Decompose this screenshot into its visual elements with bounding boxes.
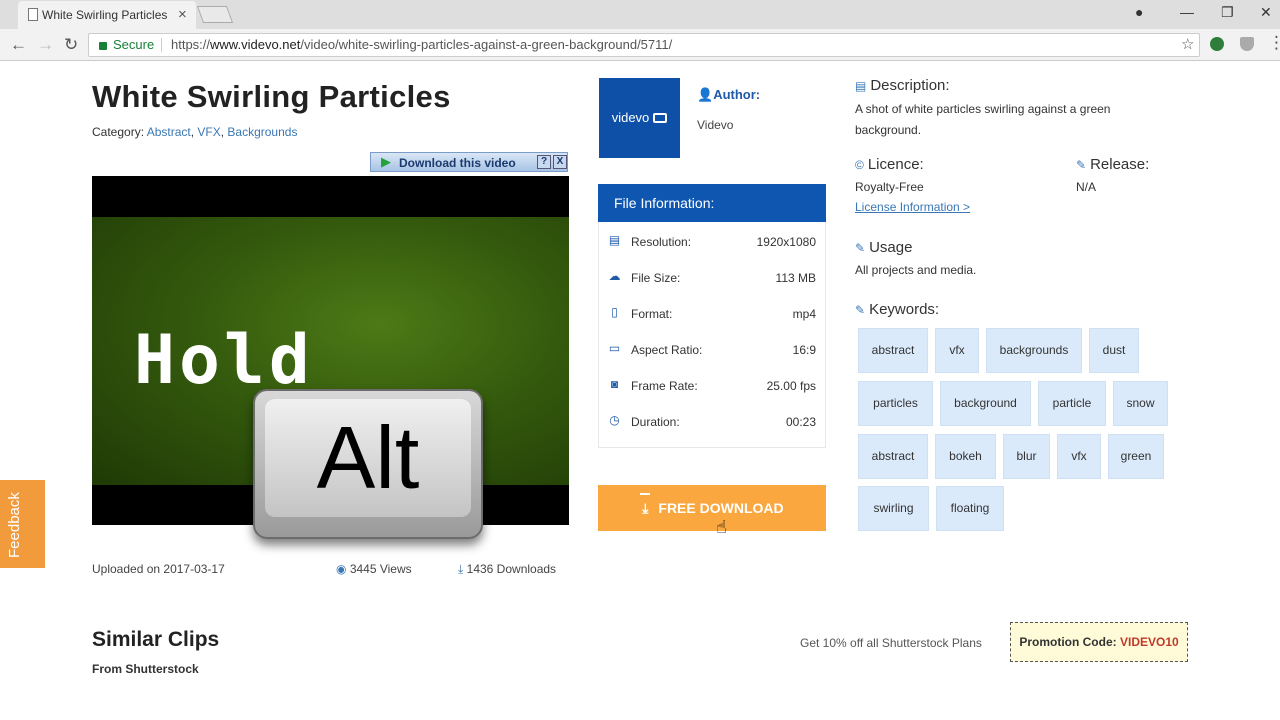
keyword-tag[interactable]: vfx — [935, 328, 979, 373]
keyword-tag[interactable]: vfx — [1057, 434, 1101, 479]
monitor-icon: ▭ — [608, 341, 621, 355]
free-download-button[interactable]: ⤓ FREE DOWNLOAD — [598, 485, 826, 531]
upload-date: Uploaded on 2017-03-17 — [92, 562, 225, 576]
download-this-video-button[interactable]: ▶ Download this video ? X — [370, 152, 568, 172]
back-arrow-icon[interactable]: ← — [10, 35, 27, 55]
keyword-tag[interactable]: swirling — [858, 486, 929, 531]
license-information-link[interactable]: License Information > — [855, 200, 970, 214]
cloud-download-icon: ☁ — [608, 269, 621, 283]
file-icon: ▯ — [611, 305, 618, 319]
file-info-heading: File Information: — [598, 184, 826, 222]
edit-icon: ✎ — [1076, 158, 1087, 172]
release-heading: ✎ Release: — [1076, 156, 1150, 173]
feedback-tab[interactable]: Feedback — [0, 480, 45, 568]
film-icon: ▤ — [608, 233, 621, 247]
promo-text: Get 10% off all Shutterstock Plans — [800, 636, 982, 650]
camera-icon: ◙ — [610, 377, 619, 391]
keyword-tag[interactable]: green — [1108, 434, 1164, 479]
view-count: ◉ 3445 Views — [336, 562, 412, 576]
alt-key-overlay: Alt — [253, 389, 483, 539]
licence-heading: © Licence: — [855, 156, 924, 173]
keyword-tag[interactable]: bokeh — [935, 434, 996, 479]
help-button[interactable]: ? — [537, 155, 551, 169]
page-icon — [28, 8, 38, 21]
keywords-heading: ✎ Keywords: — [855, 301, 940, 318]
url-input[interactable]: Secure https://www.videvo.net/video/whit… — [88, 33, 1200, 57]
browser-tab[interactable]: White Swirling Particles a × — [18, 1, 196, 29]
browser-tab-bar: White Swirling Particles a × ● — ❐ ✕ — [0, 0, 1280, 29]
file-info-row: ◙ Frame Rate: 25.00 fps — [599, 376, 825, 396]
keyword-tag[interactable]: blur — [1003, 434, 1050, 479]
tab-title: White Swirling Particles a — [42, 8, 170, 22]
shield-icon[interactable] — [1240, 37, 1254, 51]
tab-close-icon[interactable]: × — [178, 6, 187, 23]
file-info-row: ◷ Duration: 00:23 — [609, 413, 816, 429]
menu-dots-icon[interactable]: ⋮ — [1268, 33, 1280, 53]
author-name: Videvo — [697, 118, 734, 132]
camera-icon — [653, 113, 668, 123]
lock-icon — [99, 42, 107, 50]
play-icon: ▶ — [381, 154, 391, 169]
usage-value: All projects and media. — [855, 263, 977, 277]
similar-source: From Shutterstock — [92, 662, 199, 676]
forward-arrow-icon[interactable]: → — [37, 35, 54, 55]
secure-indicator[interactable]: Secure — [99, 34, 154, 56]
licence-value: Royalty-Free — [855, 180, 924, 194]
category-link-vfx[interactable]: VFX — [197, 125, 220, 139]
similar-clips-heading: Similar Clips — [92, 628, 220, 651]
category-link-backgrounds[interactable]: Backgrounds — [227, 125, 297, 139]
edit-icon: ✎ — [855, 303, 866, 317]
keyword-tag[interactable]: particle — [1038, 381, 1106, 426]
close-download-bar-button[interactable]: X — [553, 155, 567, 169]
url-text: https://www.videvo.net/video/white-swirl… — [171, 37, 673, 52]
reload-icon[interactable]: ↻ — [64, 35, 78, 55]
clock-icon: ◷ — [609, 413, 620, 427]
file-info-row: ☁ File Size: 113 MB — [608, 269, 817, 285]
bookmark-star-icon[interactable]: ☆ — [1181, 34, 1194, 56]
keyword-tag[interactable]: particles — [858, 381, 933, 426]
file-info-row: ▤ Resolution: 1920x1080 — [608, 233, 816, 249]
minimize-icon[interactable]: — — [1180, 4, 1194, 20]
restore-icon[interactable]: ❐ — [1221, 4, 1234, 21]
category-link-abstract[interactable]: Abstract — [147, 125, 191, 139]
usage-heading: ✎ Usage — [855, 239, 913, 256]
user-icon: 👤 — [697, 87, 714, 102]
document-icon: ▤ — [855, 79, 867, 93]
keyword-tag[interactable]: floating — [936, 486, 1004, 531]
extension-icon[interactable] — [1210, 37, 1224, 51]
description-heading: ▤ Description: — [855, 77, 950, 94]
keyword-tag[interactable]: abstract — [858, 328, 928, 373]
description-text: A shot of white particles swirling again… — [855, 102, 1111, 137]
release-value: N/A — [1076, 180, 1097, 194]
promo-code-box[interactable]: Promotion Code: VIDEVO10 — [1010, 622, 1188, 662]
page-content: White Swirling Particles Category: Abstr… — [0, 62, 1280, 720]
keyword-tag[interactable]: snow — [1113, 381, 1168, 426]
file-info-table: ▤ Resolution: 1920x1080 ☁ File Size: 113 MB … — [598, 222, 826, 448]
new-tab-button[interactable] — [196, 6, 234, 23]
profile-icon[interactable]: ● — [1135, 4, 1143, 20]
hand-cursor-icon: ☝ — [716, 517, 727, 537]
keyword-tag[interactable]: abstract — [858, 434, 928, 479]
address-bar-row: ← → ↻ Secure https://www.videvo.net/vide… — [0, 29, 1280, 61]
file-info-row: ▭ Aspect Ratio: 16:9 — [608, 341, 816, 357]
keyword-tag[interactable]: dust — [1089, 328, 1139, 373]
copyright-icon: © — [855, 158, 864, 172]
file-info-row: ▯ Format: mp4 — [599, 304, 825, 324]
download-icon: ⤓ — [458, 562, 464, 576]
keyword-tag[interactable]: background — [940, 381, 1031, 426]
window-close-icon[interactable]: ✕ — [1260, 4, 1272, 21]
category-line: Category: Abstract, VFX, Backgrounds — [92, 125, 298, 139]
download-icon: ⤓ — [640, 485, 651, 516]
video-title: White Swirling Particles — [92, 79, 451, 114]
author-logo[interactable]: videvo — [599, 78, 680, 158]
download-count: ⤓ 1436 Downloads — [458, 562, 557, 576]
keyword-tag[interactable]: backgrounds — [986, 328, 1082, 373]
author-label: 👤Author: — [697, 87, 761, 102]
eye-icon: ◉ — [336, 562, 347, 576]
edit-icon: ✎ — [855, 241, 866, 255]
